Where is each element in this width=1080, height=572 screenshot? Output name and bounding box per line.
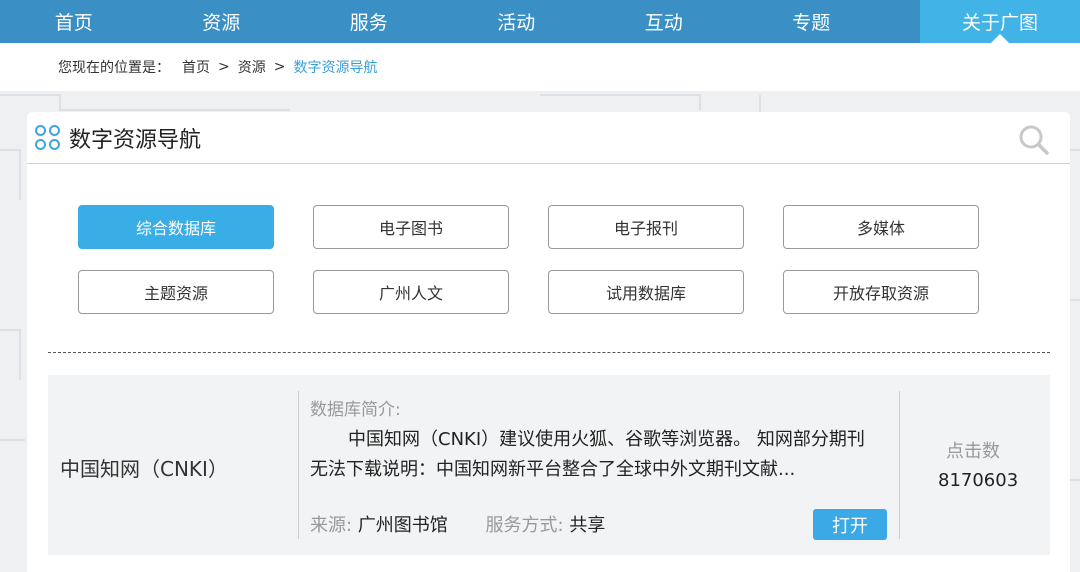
category-enewspapers[interactable]: 电子报刊 [548,205,744,249]
category-topic-resources[interactable]: 主题资源 [78,270,274,314]
source-label: 来源: [310,515,353,536]
nav-interaction[interactable]: 互动 [590,0,738,43]
nav-services[interactable]: 服务 [295,0,443,43]
category-trial-db[interactable]: 试用数据库 [548,270,744,314]
search-icon[interactable] [1018,124,1050,156]
database-item: 中国知网（CNKI） 数据库简介: 中国知网（CNKI）建议使用火狐、谷歌等浏览… [48,375,1050,555]
breadcrumb-separator: > [218,59,230,75]
breadcrumb-home-link[interactable]: 首页 [182,57,210,77]
nav-activities[interactable]: 活动 [443,0,591,43]
dots-grid-icon [35,124,61,151]
breadcrumb-label: 您现在的位置是： [58,60,170,76]
category-multimedia[interactable]: 多媒体 [783,205,979,249]
breadcrumb-current[interactable]: 数字资源导航 [293,57,377,77]
page-title: 数字资源导航 [69,127,202,153]
resource-panel: 数字资源导航 综合数据库 电子图书 电子报刊 多媒体 主题资源 广州人文 试用数… [27,112,1070,572]
category-open-access[interactable]: 开放存取资源 [783,270,979,314]
clicks-count: 8170603 [938,470,1019,491]
database-description: 中国知网（CNKI）建议使用火狐、谷歌等浏览器。 知网部分期刊无法下载说明：中国… [310,429,865,480]
database-meta: 来源: 广州图书馆 服务方式: 共享 [310,511,637,537]
panel-header: 数字资源导航 [27,112,1070,164]
category-ebooks[interactable]: 电子图书 [313,205,509,249]
clicks-label: 点击数 [946,441,1000,462]
breadcrumb-separator: > [273,59,286,75]
breadcrumb-resources-link[interactable]: 资源 [238,57,266,77]
open-button[interactable]: 打开 [813,509,887,540]
category-comprehensive-db[interactable]: 综合数据库 [78,205,274,249]
service-label: 服务方式: [485,515,564,536]
service-value: 共享 [569,515,606,536]
description-label: 数据库简介: [310,400,401,420]
nav-home[interactable]: 首页 [0,0,148,43]
nav-resources[interactable]: 资源 [148,0,296,43]
nav-about[interactable]: 关于广图 [920,0,1080,43]
database-name[interactable]: 中国知网（CNKI） [60,453,228,482]
source-value: 广州图书馆 [357,515,448,536]
category-guangzhou-humanities[interactable]: 广州人文 [313,270,509,314]
top-navigation: 首页 资源 服务 活动 互动 专题 关于广图 [0,0,1080,43]
divider [298,391,299,539]
divider [899,391,900,539]
breadcrumb: 您现在的位置是： 首页 > 资源 > 数字资源导航 [0,43,1080,91]
divider [48,352,1050,353]
nav-topics[interactable]: 专题 [738,0,886,43]
